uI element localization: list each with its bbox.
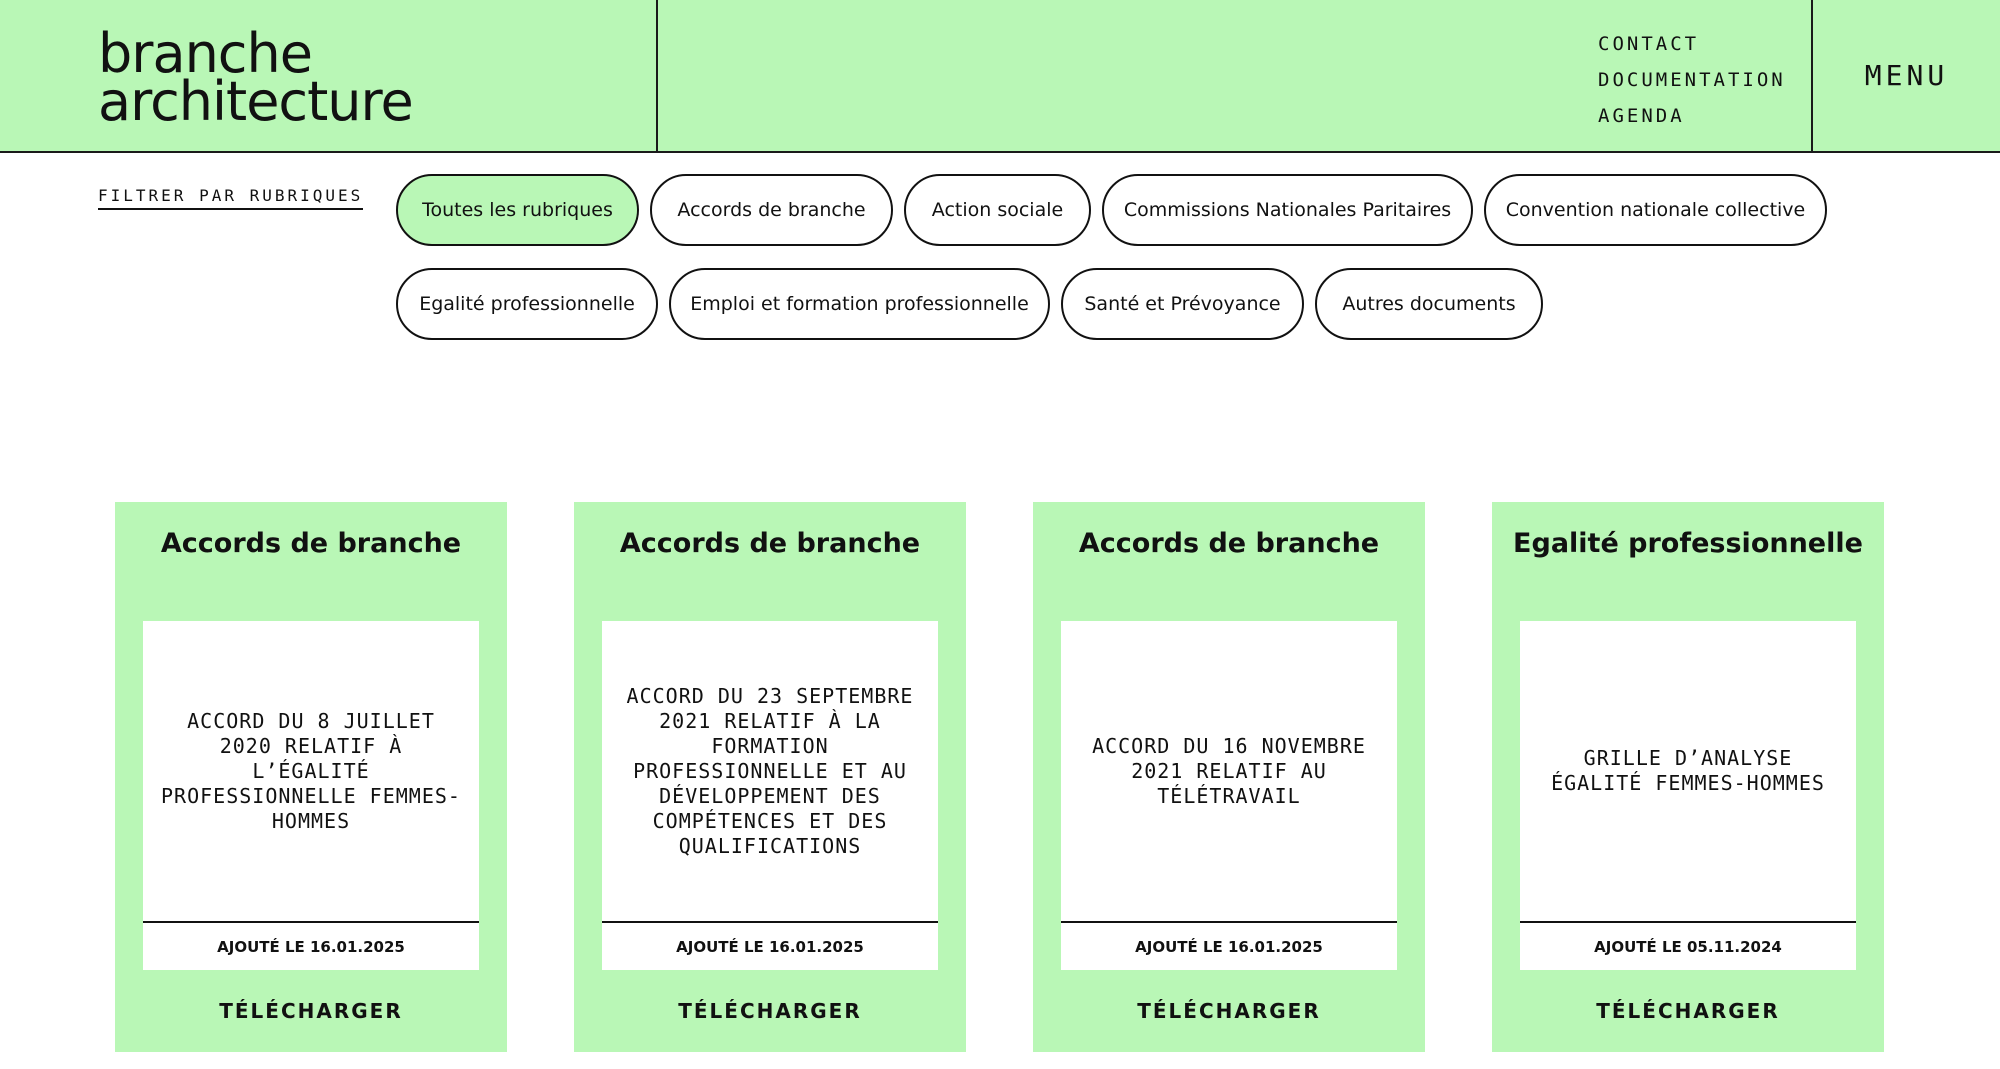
date-added: AJOUTÉ LE 16.01.2025	[1061, 921, 1397, 970]
card-category: Egalité professionnelle	[1513, 527, 1863, 559]
download-button[interactable]: TÉLÉCHARGER	[1033, 986, 1425, 1036]
filter-pill-emploi-formation[interactable]: Emploi et formation professionnelle	[669, 268, 1050, 340]
menu-button[interactable]: MENU	[1813, 0, 2000, 151]
filter-pill-action-sociale[interactable]: Action sociale	[904, 174, 1091, 246]
download-button[interactable]: TÉLÉCHARGER	[574, 986, 966, 1036]
nav-link-documentation[interactable]: DOCUMENTATION	[1598, 62, 1786, 98]
date-added: AJOUTÉ LE 05.11.2024	[1520, 921, 1856, 970]
document-title: ACCORD DU 23 SEPTEMBRE 2021 RELATIF À LA…	[626, 683, 914, 858]
document-preview[interactable]: ACCORD DU 23 SEPTEMBRE 2021 RELATIF À LA…	[602, 621, 938, 970]
top-nav: CONTACT DOCUMENTATION AGENDA	[1598, 26, 1786, 134]
nav-link-contact[interactable]: CONTACT	[1598, 26, 1786, 62]
filter-pill-egalite[interactable]: Egalité professionnelle	[396, 268, 658, 340]
card-category: Accords de branche	[619, 527, 921, 559]
filter-pill-autres[interactable]: Autres documents	[1315, 268, 1543, 340]
filter-pill-convention[interactable]: Convention nationale collective	[1484, 174, 1827, 246]
document-preview[interactable]: ACCORD DU 16 NOVEMBRE 2021 RELATIF AU TÉ…	[1061, 621, 1397, 970]
download-button[interactable]: TÉLÉCHARGER	[115, 986, 507, 1036]
header-divider	[656, 0, 658, 153]
document-title: ACCORD DU 8 JUILLET 2020 RELATIF À L’ÉGA…	[161, 708, 461, 833]
document-card: Accords de branche ACCORD DU 23 SEPTEMBR…	[574, 502, 966, 1052]
document-title: GRILLE D’ANALYSE ÉGALITÉ FEMMES-HOMMES	[1551, 746, 1825, 795]
document-preview[interactable]: ACCORD DU 8 JUILLET 2020 RELATIF À L’ÉGA…	[143, 621, 479, 970]
date-added: AJOUTÉ LE 16.01.2025	[602, 921, 938, 970]
download-button[interactable]: TÉLÉCHARGER	[1492, 986, 1884, 1036]
logo-line-2: architecture	[98, 70, 414, 133]
filter-pill-toutes[interactable]: Toutes les rubriques	[396, 174, 639, 246]
document-preview[interactable]: GRILLE D’ANALYSE ÉGALITÉ FEMMES-HOMMES A…	[1520, 621, 1856, 970]
document-card: Egalité professionnelle GRILLE D’ANALYSE…	[1492, 502, 1884, 1052]
filter-pill-accords[interactable]: Accords de branche	[650, 174, 893, 246]
document-card: Accords de branche ACCORD DU 8 JUILLET 2…	[115, 502, 507, 1052]
site-logo[interactable]: branche architecture	[98, 27, 414, 133]
filter-pill-commissions[interactable]: Commissions Nationales Paritaires	[1102, 174, 1473, 246]
filter-pill-sante-prevoyance[interactable]: Santé et Prévoyance	[1061, 268, 1304, 340]
date-added: AJOUTÉ LE 16.01.2025	[143, 921, 479, 970]
filter-label: FILTRER PAR RUBRIQUES	[98, 186, 364, 210]
document-title: ACCORD DU 16 NOVEMBRE 2021 RELATIF AU TÉ…	[1092, 733, 1366, 808]
site-header: branche architecture CONTACT DOCUMENTATI…	[0, 0, 2000, 153]
card-category: Accords de branche	[160, 527, 462, 559]
card-category: Accords de branche	[1078, 527, 1380, 559]
document-card: Accords de branche ACCORD DU 16 NOVEMBRE…	[1033, 502, 1425, 1052]
nav-link-agenda[interactable]: AGENDA	[1598, 98, 1786, 134]
